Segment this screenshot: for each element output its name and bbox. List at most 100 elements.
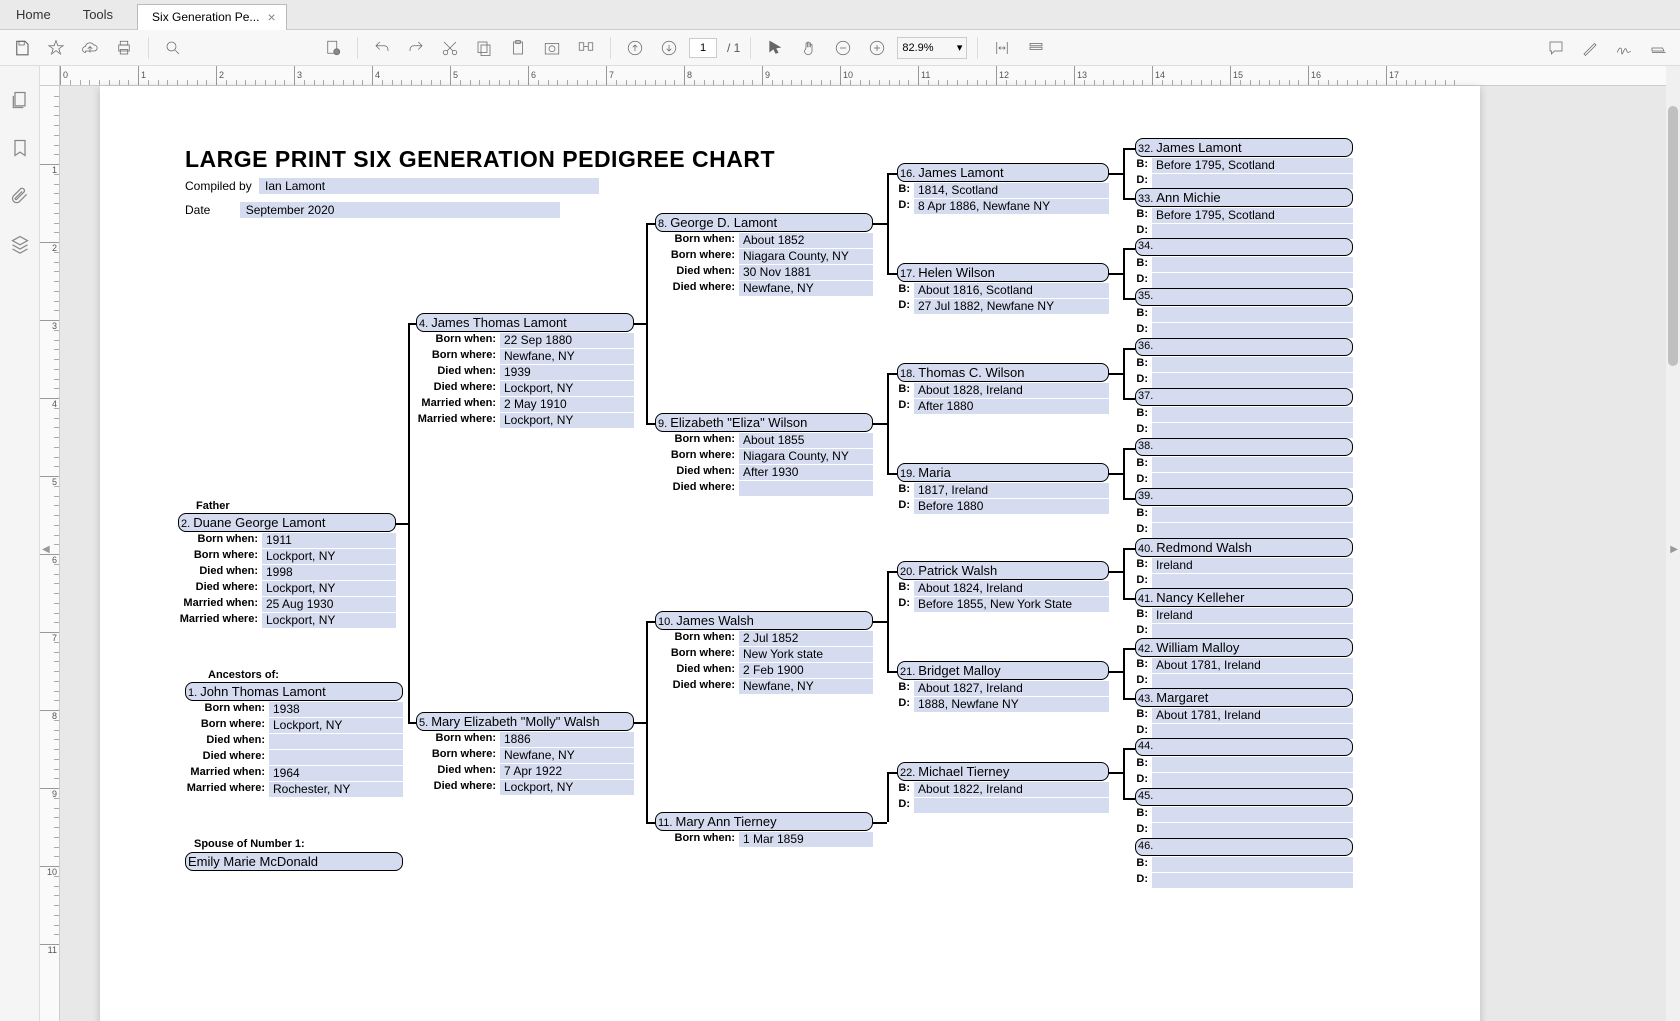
comment-icon[interactable] xyxy=(1542,34,1570,62)
person-head: 35. xyxy=(1135,288,1353,306)
layers-icon[interactable] xyxy=(6,230,34,258)
person-name: Ann Michie xyxy=(1156,190,1220,205)
detail-value xyxy=(1152,624,1353,639)
detail-label: B: xyxy=(1135,558,1148,573)
zoom-out-icon[interactable] xyxy=(829,34,857,62)
detail-label: Died where: xyxy=(185,750,265,765)
father-label: Father xyxy=(196,500,230,512)
person-head: 20.Patrick Walsh xyxy=(897,561,1109,580)
detail-value: Newfane, NY xyxy=(500,748,634,763)
search-icon[interactable] xyxy=(159,34,187,62)
expand-right-icon[interactable]: ▶ xyxy=(1670,544,1678,555)
detail-value xyxy=(1152,873,1353,888)
zoom-select[interactable]: 82.9%▾ xyxy=(897,37,967,59)
document-tab[interactable]: Six Generation Pe... × xyxy=(137,4,287,30)
person-head: 38. xyxy=(1135,438,1353,456)
detail-label: B: xyxy=(1135,658,1148,673)
undo-icon[interactable] xyxy=(368,34,396,62)
detail-label: Born when: xyxy=(178,533,258,548)
detail-label: B: xyxy=(897,383,910,398)
paste-icon[interactable] xyxy=(504,34,532,62)
person-num: 5. xyxy=(419,717,428,729)
person-num: 38. xyxy=(1138,440,1153,452)
star-icon[interactable] xyxy=(42,34,70,62)
person-head: 42.William Malloy xyxy=(1135,638,1353,657)
pointer-icon[interactable] xyxy=(761,34,789,62)
cut-icon[interactable] xyxy=(436,34,464,62)
scroll-thumb[interactable] xyxy=(1668,106,1678,366)
tab-label: Six Generation Pe... xyxy=(152,10,259,24)
menu-tools[interactable]: Tools xyxy=(67,0,129,29)
detail-label: Born where: xyxy=(655,647,735,662)
detail-value: 30 Nov 1881 xyxy=(739,265,873,280)
menu-home[interactable]: Home xyxy=(0,0,67,29)
highlight-icon[interactable] xyxy=(1576,34,1604,62)
reflow-icon[interactable] xyxy=(1022,34,1050,62)
page-title: LARGE PRINT SIX GENERATION PEDIGREE CHAR… xyxy=(185,146,775,173)
person-head: 18.Thomas C. Wilson xyxy=(897,363,1109,382)
cloud-upload-icon[interactable] xyxy=(76,34,104,62)
detail-value xyxy=(269,734,403,749)
detail-value: About 1781, Ireland xyxy=(1152,658,1353,673)
person-p10: 10.James WalshBorn when:2 Jul 1852Born w… xyxy=(655,611,873,694)
ancestorsof-label: Ancestors of: xyxy=(208,669,279,681)
save-icon[interactable] xyxy=(8,34,36,62)
detail-label: D: xyxy=(1135,624,1148,639)
detail-label: D: xyxy=(897,299,910,314)
detail-value: 22 Sep 1880 xyxy=(500,333,634,348)
bookmark-icon[interactable] xyxy=(6,134,34,162)
detail-label: Died when: xyxy=(655,265,735,280)
snapshot-icon[interactable] xyxy=(538,34,566,62)
detail-value: Lockport, NY xyxy=(500,413,634,428)
detail-value: 1938 xyxy=(269,702,403,717)
detail-value: Newfane, NY xyxy=(739,281,873,296)
detail-label: B: xyxy=(1135,158,1148,173)
person-head: 4.James Thomas Lamont xyxy=(416,313,634,332)
detail-value: About 1827, Ireland xyxy=(914,681,1109,696)
detail-value: Ireland xyxy=(1152,608,1353,623)
detail-label: Died when: xyxy=(416,365,496,380)
detail-value: Rochester, NY xyxy=(269,782,403,797)
detail-value: 2 Jul 1852 xyxy=(739,631,873,646)
person-p8: 8.George D. LamontBorn when:About 1852Bo… xyxy=(655,213,873,296)
person-p37: 37.B:D: xyxy=(1135,388,1353,438)
detail-label: Born when: xyxy=(655,631,735,646)
detail-label: Died when: xyxy=(178,565,258,580)
detail-value xyxy=(739,481,873,496)
detail-label: Born where: xyxy=(655,249,735,264)
detail-value: About 1852 xyxy=(739,233,873,248)
pdf-convert-icon[interactable] xyxy=(319,34,347,62)
detail-value: New York state xyxy=(739,647,873,662)
person-p2: 2.Duane George LamontBorn when:1911Born … xyxy=(178,513,396,628)
find-replace-icon[interactable] xyxy=(572,34,600,62)
redo-icon[interactable] xyxy=(402,34,430,62)
signature-icon[interactable] xyxy=(1610,34,1638,62)
scroll-down-icon[interactable] xyxy=(655,34,683,62)
person-head: 11.Mary Ann Tierney xyxy=(655,812,873,831)
fit-width-icon[interactable] xyxy=(988,34,1016,62)
detail-value: 1939 xyxy=(500,365,634,380)
detail-value xyxy=(1152,574,1353,589)
scroll-up-icon[interactable] xyxy=(621,34,649,62)
detail-value: About 1822, Ireland xyxy=(914,782,1109,797)
detail-label: D: xyxy=(897,597,910,612)
close-icon[interactable]: × xyxy=(267,9,275,25)
detail-label: D: xyxy=(1135,873,1148,888)
pages-panel-icon[interactable] xyxy=(6,86,34,114)
detail-value: 1998 xyxy=(262,565,396,580)
expand-left-icon[interactable]: ◀ xyxy=(42,544,50,555)
person-name: Bridget Malloy xyxy=(918,663,1000,678)
detail-label: Born where: xyxy=(416,748,496,763)
print-icon[interactable] xyxy=(110,34,138,62)
stamp-icon[interactable] xyxy=(1644,34,1672,62)
person-num: 40. xyxy=(1138,543,1153,555)
page-input[interactable] xyxy=(689,38,717,58)
detail-label: B: xyxy=(1135,708,1148,723)
person-num: 41. xyxy=(1138,593,1153,605)
detail-value: Newfane, NY xyxy=(739,679,873,694)
hand-icon[interactable] xyxy=(795,34,823,62)
copy-icon[interactable] xyxy=(470,34,498,62)
zoom-in-icon[interactable] xyxy=(863,34,891,62)
attachment-icon[interactable] xyxy=(6,182,34,210)
person-p44: 44.B:D: xyxy=(1135,738,1353,788)
